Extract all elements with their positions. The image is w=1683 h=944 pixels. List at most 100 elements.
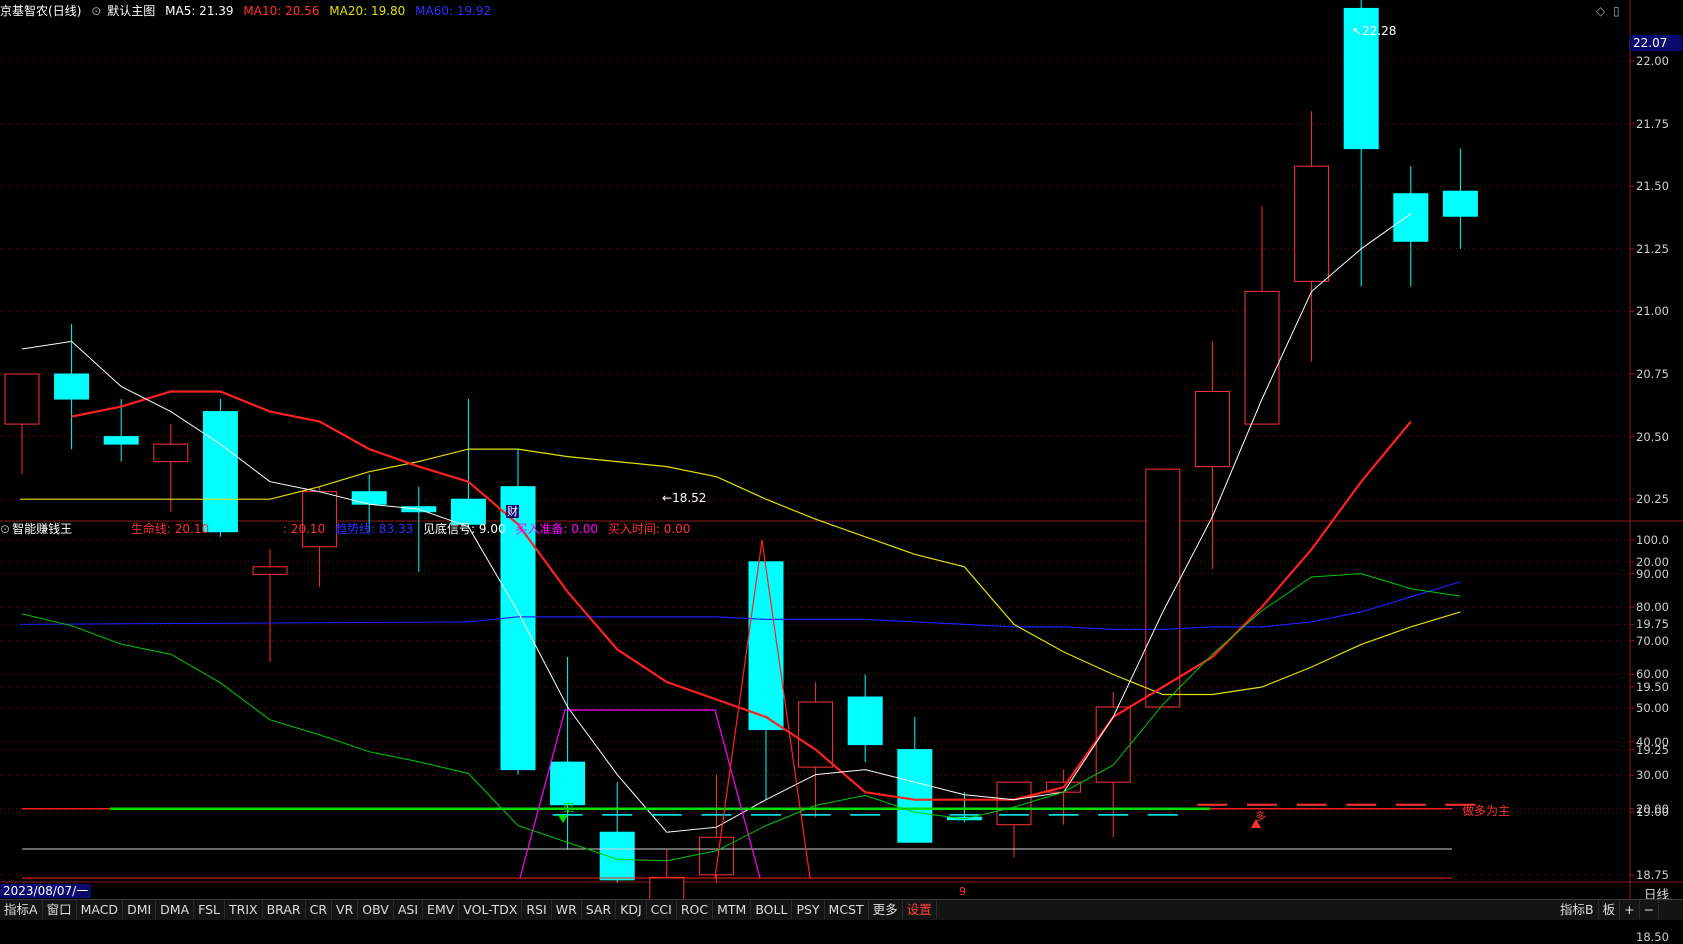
candle-body	[1294, 165, 1330, 282]
indicator-tab-6[interactable]: TRIX	[225, 900, 263, 919]
indicator-tab-8[interactable]: CR	[306, 900, 333, 919]
right-tab-3[interactable]: −	[1640, 900, 1660, 919]
sub-tick-label: 90.00	[1636, 566, 1669, 581]
indicator-tab-20[interactable]: MTM	[713, 900, 752, 919]
candle-body	[103, 436, 139, 445]
trend-value: 趋势线: 83.33	[335, 522, 414, 536]
bull-mark: 多	[1255, 810, 1266, 823]
tabs-right: 指标B 板 + −	[1556, 900, 1660, 919]
indicator-tab-2[interactable]: MACD	[77, 900, 124, 919]
buy-time-value: 买入时间: 0.00	[607, 522, 691, 536]
candle-body	[1393, 193, 1429, 242]
indicator-tab-21[interactable]: BOLL	[751, 900, 793, 919]
candle-body	[4, 373, 40, 425]
indicator-tab-18[interactable]: CCI	[647, 900, 677, 919]
sub-tick-label: 100.0	[1636, 533, 1669, 547]
candle-body	[798, 701, 834, 768]
ma10-value: MA10: 20.56	[243, 4, 320, 18]
indicator-tab-11[interactable]: ASI	[394, 900, 424, 919]
candle-body	[1244, 290, 1280, 425]
price-tick-label: 20.75	[1636, 367, 1669, 381]
candle-body	[54, 373, 90, 400]
stock-name[interactable]: 京基智农	[0, 4, 48, 18]
trend-line	[21, 573, 1461, 862]
right-tab-0[interactable]: 指标B	[1556, 900, 1599, 919]
price-tick-label: 19.50	[1636, 680, 1669, 694]
indicator-tab-22[interactable]: PSY	[792, 900, 825, 919]
buy-prep-value: 买入准备: 0.00	[515, 522, 599, 536]
candle-body	[847, 696, 883, 746]
indicator-tab-13[interactable]: VOL-TDX	[459, 900, 523, 919]
candle-body	[252, 566, 288, 575]
sub-tick-label: 80.00	[1636, 600, 1669, 615]
sub-tick-label: 70.00	[1636, 633, 1669, 648]
ma60-value: MA60: 19.92	[415, 4, 492, 18]
price-tick-label: 20.50	[1636, 429, 1669, 444]
indicator-tab-17[interactable]: KDJ	[616, 900, 647, 919]
indicator-tab-25[interactable]: 设置	[903, 900, 937, 919]
indicator-tab-3[interactable]: DMI	[123, 900, 157, 919]
price-tick-label: 21.50	[1636, 179, 1669, 194]
empty-mark: 空	[563, 801, 574, 814]
price-tick-label: 18.50	[1636, 930, 1669, 944]
candle-body	[1194, 391, 1230, 468]
indicator-tab-19[interactable]: ROC	[677, 900, 714, 919]
indicator-name[interactable]: 智能赚钱王	[12, 522, 72, 536]
finance-marker[interactable]: 财	[506, 505, 519, 518]
indicator-tab-15[interactable]: WR	[552, 900, 582, 919]
indicator-tab-4[interactable]: DMA	[156, 900, 195, 919]
sub-tick-label: 40.00	[1636, 734, 1669, 749]
candle-body	[897, 749, 933, 843]
month-marker: 9	[959, 885, 966, 898]
price-tick-label: 18.75	[1636, 867, 1669, 882]
candle-body	[351, 491, 387, 505]
candle-body	[748, 561, 784, 731]
indicator-tab-16[interactable]: SAR	[582, 900, 617, 919]
price-tick-label: 19.75	[1636, 617, 1669, 632]
chart-canvas[interactable]	[0, 0, 1683, 919]
date-label: 2023/08/07/一	[0, 884, 92, 898]
indicator-tab-12[interactable]: EMV	[423, 900, 460, 919]
indicator-tab-14[interactable]: RSI	[522, 900, 552, 919]
candle-body	[599, 831, 635, 881]
sub-tick-label: 60.00	[1636, 667, 1669, 682]
sub-tick-label: 30.00	[1636, 768, 1669, 783]
indicator-tab-10[interactable]: OBV	[358, 900, 394, 919]
bottom-signal-value: 见底信号: 9.00	[423, 522, 506, 536]
window-icon[interactable]: ▯	[1613, 4, 1620, 18]
ma5-value: MA5: 21.39	[165, 4, 234, 18]
lifeline2-value: : 20.10	[282, 522, 326, 536]
sub-tick-label: 50.00	[1636, 701, 1669, 715]
current-price-box: 22.07	[1630, 35, 1682, 51]
indicator-tab-7[interactable]: BRAR	[263, 900, 306, 919]
right-tab-2[interactable]: +	[1620, 900, 1640, 919]
right-tab-1[interactable]: 板	[1599, 900, 1621, 919]
high-price-label: ↖22.28	[1352, 24, 1397, 38]
chevron-down-icon[interactable]: ⊙	[91, 4, 101, 18]
indicator-tab-5[interactable]: FSL	[194, 900, 226, 919]
lifeline-value: 生命线: 20.10	[130, 522, 210, 536]
price-tick-label: 21.75	[1636, 116, 1669, 131]
indicator-tab-23[interactable]: MCST	[825, 900, 869, 919]
diamond-icon[interactable]: ◇	[1596, 4, 1605, 18]
indicator-tab-9[interactable]: VR	[332, 900, 359, 919]
candle-body	[1442, 190, 1478, 217]
ma20-line	[269, 448, 1461, 696]
ma20-value: MA20: 19.80	[329, 4, 406, 18]
candle-body	[202, 411, 238, 533]
weak-bull-label: 做多为主	[1462, 804, 1511, 818]
low-price-label: ←18.52	[662, 491, 707, 505]
chevron-down-icon[interactable]: ⊙	[0, 522, 10, 536]
indicator-tab-24[interactable]: 更多	[869, 900, 903, 919]
candle-body	[153, 443, 189, 463]
price-tick-label: 22.00	[1636, 54, 1669, 68]
main-template[interactable]: 默认主图	[107, 4, 155, 18]
indicator-tab-1[interactable]: 窗口	[43, 900, 77, 919]
down-arrow-marker	[558, 815, 568, 823]
period-label: (日线)	[48, 4, 82, 18]
sub-tick-label: 20.00	[1636, 801, 1669, 816]
tabs-left: 指标A 窗口 MACD DMI DMA FSL TRIX BRAR CR VR OBV ASI EMV V…	[0, 900, 937, 919]
price-tick-label: 21.25	[1636, 241, 1669, 256]
main-chart-header: 京基智农(日线) ⊙ 默认主图 MA5: 21.39 MA10: 20.56 MA…	[0, 0, 497, 22]
indicator-tab-0[interactable]: 指标A	[0, 900, 43, 919]
